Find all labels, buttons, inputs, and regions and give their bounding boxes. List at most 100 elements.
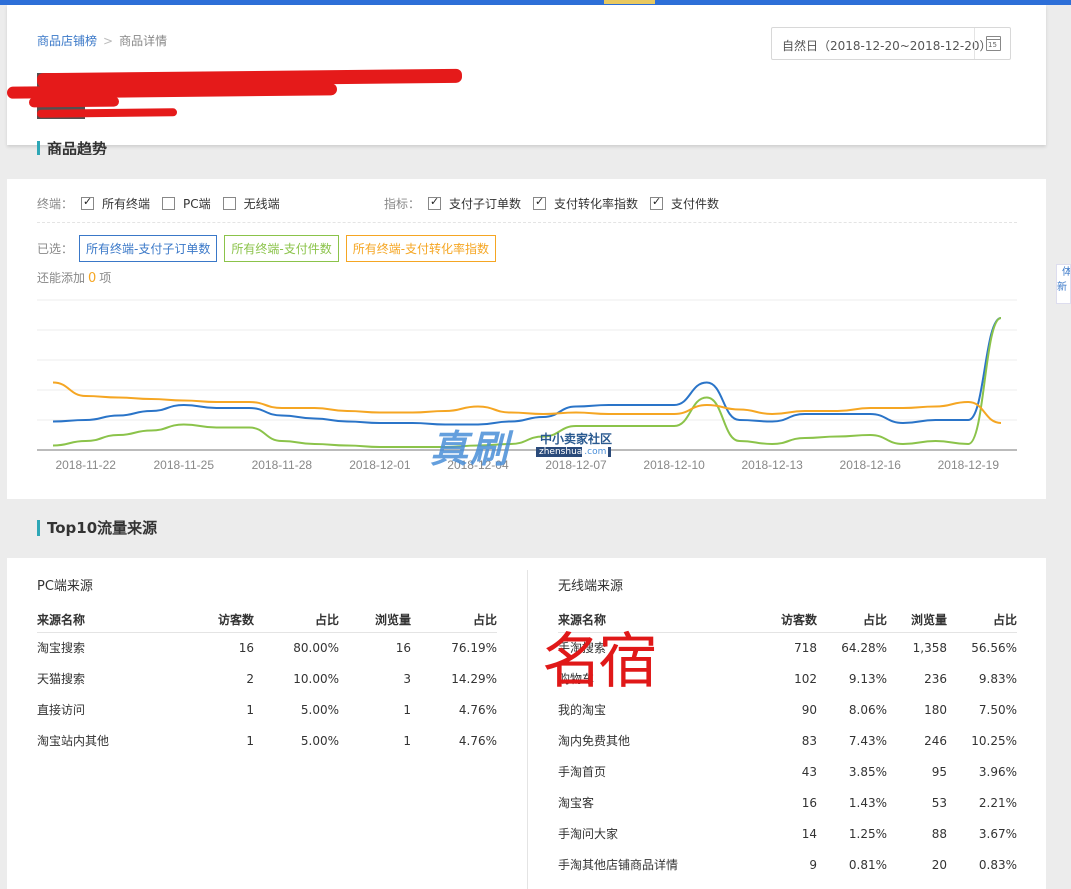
cell-pageviews: 236	[924, 671, 947, 686]
table-row[interactable]: 手淘搜索 718 64.28% 1,358 56.56%	[558, 632, 1017, 663]
can-add-prefix: 还能添加	[37, 271, 86, 285]
cell-visitors: 1	[246, 733, 254, 748]
metric-option-conversion[interactable]: 支付转化率指数	[533, 195, 638, 212]
mobile-sources-body: 手淘搜索 718 64.28% 1,358 56.56% 购物车 102 9.13% 236 9.…	[558, 632, 1017, 880]
date-range-picker[interactable]: 自然日（2018-12-20~2018-12-20） 15	[771, 27, 1011, 60]
cell-visitors: 43	[801, 764, 817, 779]
table-row[interactable]: 淘宝搜索 16 80.00% 16 76.19%	[37, 632, 497, 663]
calendar-day: 15	[988, 41, 997, 49]
x-tick-label: 2018-12-04	[447, 458, 509, 472]
redaction-scribble	[36, 108, 178, 118]
table-row[interactable]: 直接访问 1 5.00% 1 4.76%	[37, 694, 497, 725]
filter-divider	[37, 222, 1017, 223]
selected-tag-pieces[interactable]: 所有终端-支付件数	[224, 235, 339, 262]
cell-visitor-share: 9.13%	[848, 671, 887, 686]
terminal-mobile-label: 无线端	[243, 197, 280, 211]
date-range-label: 自然日（2018-12-20~2018-12-20）	[782, 39, 992, 53]
series-line-2[interactable]	[52, 381, 1002, 424]
cell-pageviews: 1	[403, 702, 411, 717]
calendar-icon: 15	[986, 36, 1001, 51]
cell-source: 淘内免费其他	[558, 734, 631, 748]
table-row[interactable]: 淘宝客 16 1.43% 53 2.21%	[558, 787, 1017, 818]
col-header-pageview-share: 占比	[411, 608, 497, 633]
pc-sources-table: 来源名称 访客数 占比 浏览量 占比 淘宝搜索 16 80.00% 16 76.19% 天…	[37, 608, 497, 756]
x-tick-label: 2018-11-25	[154, 458, 215, 472]
terminal-pc-label: PC端	[183, 197, 211, 211]
table-row[interactable]: 淘内免费其他 83 7.43% 246 10.25%	[558, 725, 1017, 756]
cell-pageviews: 3	[403, 671, 411, 686]
metric-conversion-checkbox[interactable]	[533, 195, 547, 210]
terminal-option-mobile[interactable]: 无线端	[222, 195, 280, 212]
terminal-pc-checkbox[interactable]	[162, 197, 176, 210]
redaction-scribble	[28, 96, 120, 108]
breadcrumb-link-store-rank[interactable]: 商品店铺榜	[37, 34, 97, 48]
cell-pageviews: 16	[395, 640, 411, 655]
selected-metrics: 已选： 所有终端-支付子订单数 所有终端-支付件数 所有终端-支付转化率指数	[37, 235, 503, 262]
cell-source: 手淘问大家	[558, 827, 619, 841]
metric-filter: 指标： 支付子订单数 支付转化率指数 支付件数	[384, 195, 731, 212]
cell-pageviews: 1,358	[912, 640, 947, 655]
x-tick-label: 2018-12-01	[349, 458, 411, 472]
terminal-mobile-checkbox[interactable]	[222, 197, 236, 210]
metric-conversion-label: 支付转化率指数	[554, 197, 639, 211]
product-header-card: 商品店铺榜 > 商品详情 自然日（2018-12-20~2018-12-20） 15	[6, 5, 1046, 145]
table-row[interactable]: 购物车 102 9.13% 236 9.83%	[558, 663, 1017, 694]
cell-visitor-share: 0.81%	[848, 857, 887, 872]
active-nav-indicator	[604, 0, 655, 4]
col-header-visitor-share: 占比	[817, 608, 887, 633]
cell-visitor-share: 5.00%	[300, 702, 339, 717]
cell-visitors: 102	[794, 671, 817, 686]
column-divider	[527, 570, 528, 889]
metric-option-pieces[interactable]: 支付件数	[650, 195, 719, 212]
cell-pageviews: 53	[931, 795, 947, 810]
table-row[interactable]: 手淘其他店铺商品详情 9 0.81% 20 0.83%	[558, 849, 1017, 880]
table-row[interactable]: 手淘问大家 14 1.25% 88 3.67%	[558, 818, 1017, 849]
cell-pageview-share: 9.83%	[978, 671, 1017, 686]
cell-visitor-share: 7.43%	[848, 733, 887, 748]
selected-tag-sub-orders[interactable]: 所有终端-支付子订单数	[79, 235, 218, 262]
cell-pageviews: 88	[931, 826, 947, 841]
table-row[interactable]: 手淘首页 43 3.85% 95 3.96%	[558, 756, 1017, 787]
metric-pieces-checkbox[interactable]	[650, 195, 664, 210]
col-header-visitors: 访客数	[187, 608, 254, 633]
side-float-button[interactable]: 体新	[1056, 264, 1071, 304]
table-header-row: 来源名称 访客数 占比 浏览量 占比	[558, 608, 1017, 633]
col-header-source: 来源名称	[37, 608, 187, 633]
cell-visitor-share: 8.06%	[848, 702, 887, 717]
can-add-hint: 还能添加 0 项	[37, 269, 111, 286]
cell-pageview-share: 4.76%	[458, 702, 497, 717]
selected-tag-conversion[interactable]: 所有终端-支付转化率指数	[345, 235, 497, 262]
trend-line-chart[interactable]: 2018-11-22 2018-11-25 2018-11-28 2018-12-01…	[7, 289, 1046, 474]
terminal-all-checkbox[interactable]	[81, 195, 95, 210]
trend-section-title: 商品趋势	[37, 141, 107, 155]
cell-visitor-share: 5.00%	[300, 733, 339, 748]
cell-pageview-share: 0.83%	[978, 857, 1017, 872]
cell-pageviews: 95	[931, 764, 947, 779]
traffic-sources-card: PC端来源 来源名称 访客数 占比 浏览量 占比 淘宝搜索 16 80.00% 16 7…	[7, 558, 1046, 889]
cell-pageview-share: 10.25%	[971, 733, 1017, 748]
x-tick-label: 2018-12-07	[545, 458, 607, 472]
col-header-visitor-share: 占比	[254, 608, 339, 633]
cell-visitor-share: 10.00%	[293, 671, 339, 686]
cell-visitor-share: 3.85%	[848, 764, 887, 779]
x-tick-label: 2018-11-28	[252, 458, 313, 472]
cell-visitor-share: 1.43%	[848, 795, 887, 810]
cell-source: 我的淘宝	[558, 703, 607, 717]
terminal-option-all[interactable]: 所有终端	[81, 195, 150, 212]
table-row[interactable]: 淘宝站内其他 1 5.00% 1 4.76%	[37, 725, 497, 756]
series-line-1[interactable]	[52, 317, 1002, 448]
col-header-pageviews: 浏览量	[887, 608, 947, 633]
cell-source: 淘宝客	[558, 796, 595, 810]
calendar-button[interactable]: 15	[974, 28, 1010, 59]
table-row[interactable]: 天猫搜索 2 10.00% 3 14.29%	[37, 663, 497, 694]
metric-sub-orders-checkbox[interactable]	[428, 195, 442, 210]
col-header-visitors: 访客数	[738, 608, 817, 633]
table-row[interactable]: 我的淘宝 90 8.06% 180 7.50%	[558, 694, 1017, 725]
cell-pageview-share: 14.29%	[451, 671, 497, 686]
metric-option-sub-orders[interactable]: 支付子订单数	[428, 195, 521, 212]
col-header-source: 来源名称	[558, 608, 738, 633]
x-tick-label: 2018-12-10	[643, 458, 705, 472]
terminal-option-pc[interactable]: PC端	[162, 195, 211, 212]
col-header-pageview-share: 占比	[947, 608, 1017, 633]
cell-source: 手淘其他店铺商品详情	[558, 858, 679, 872]
